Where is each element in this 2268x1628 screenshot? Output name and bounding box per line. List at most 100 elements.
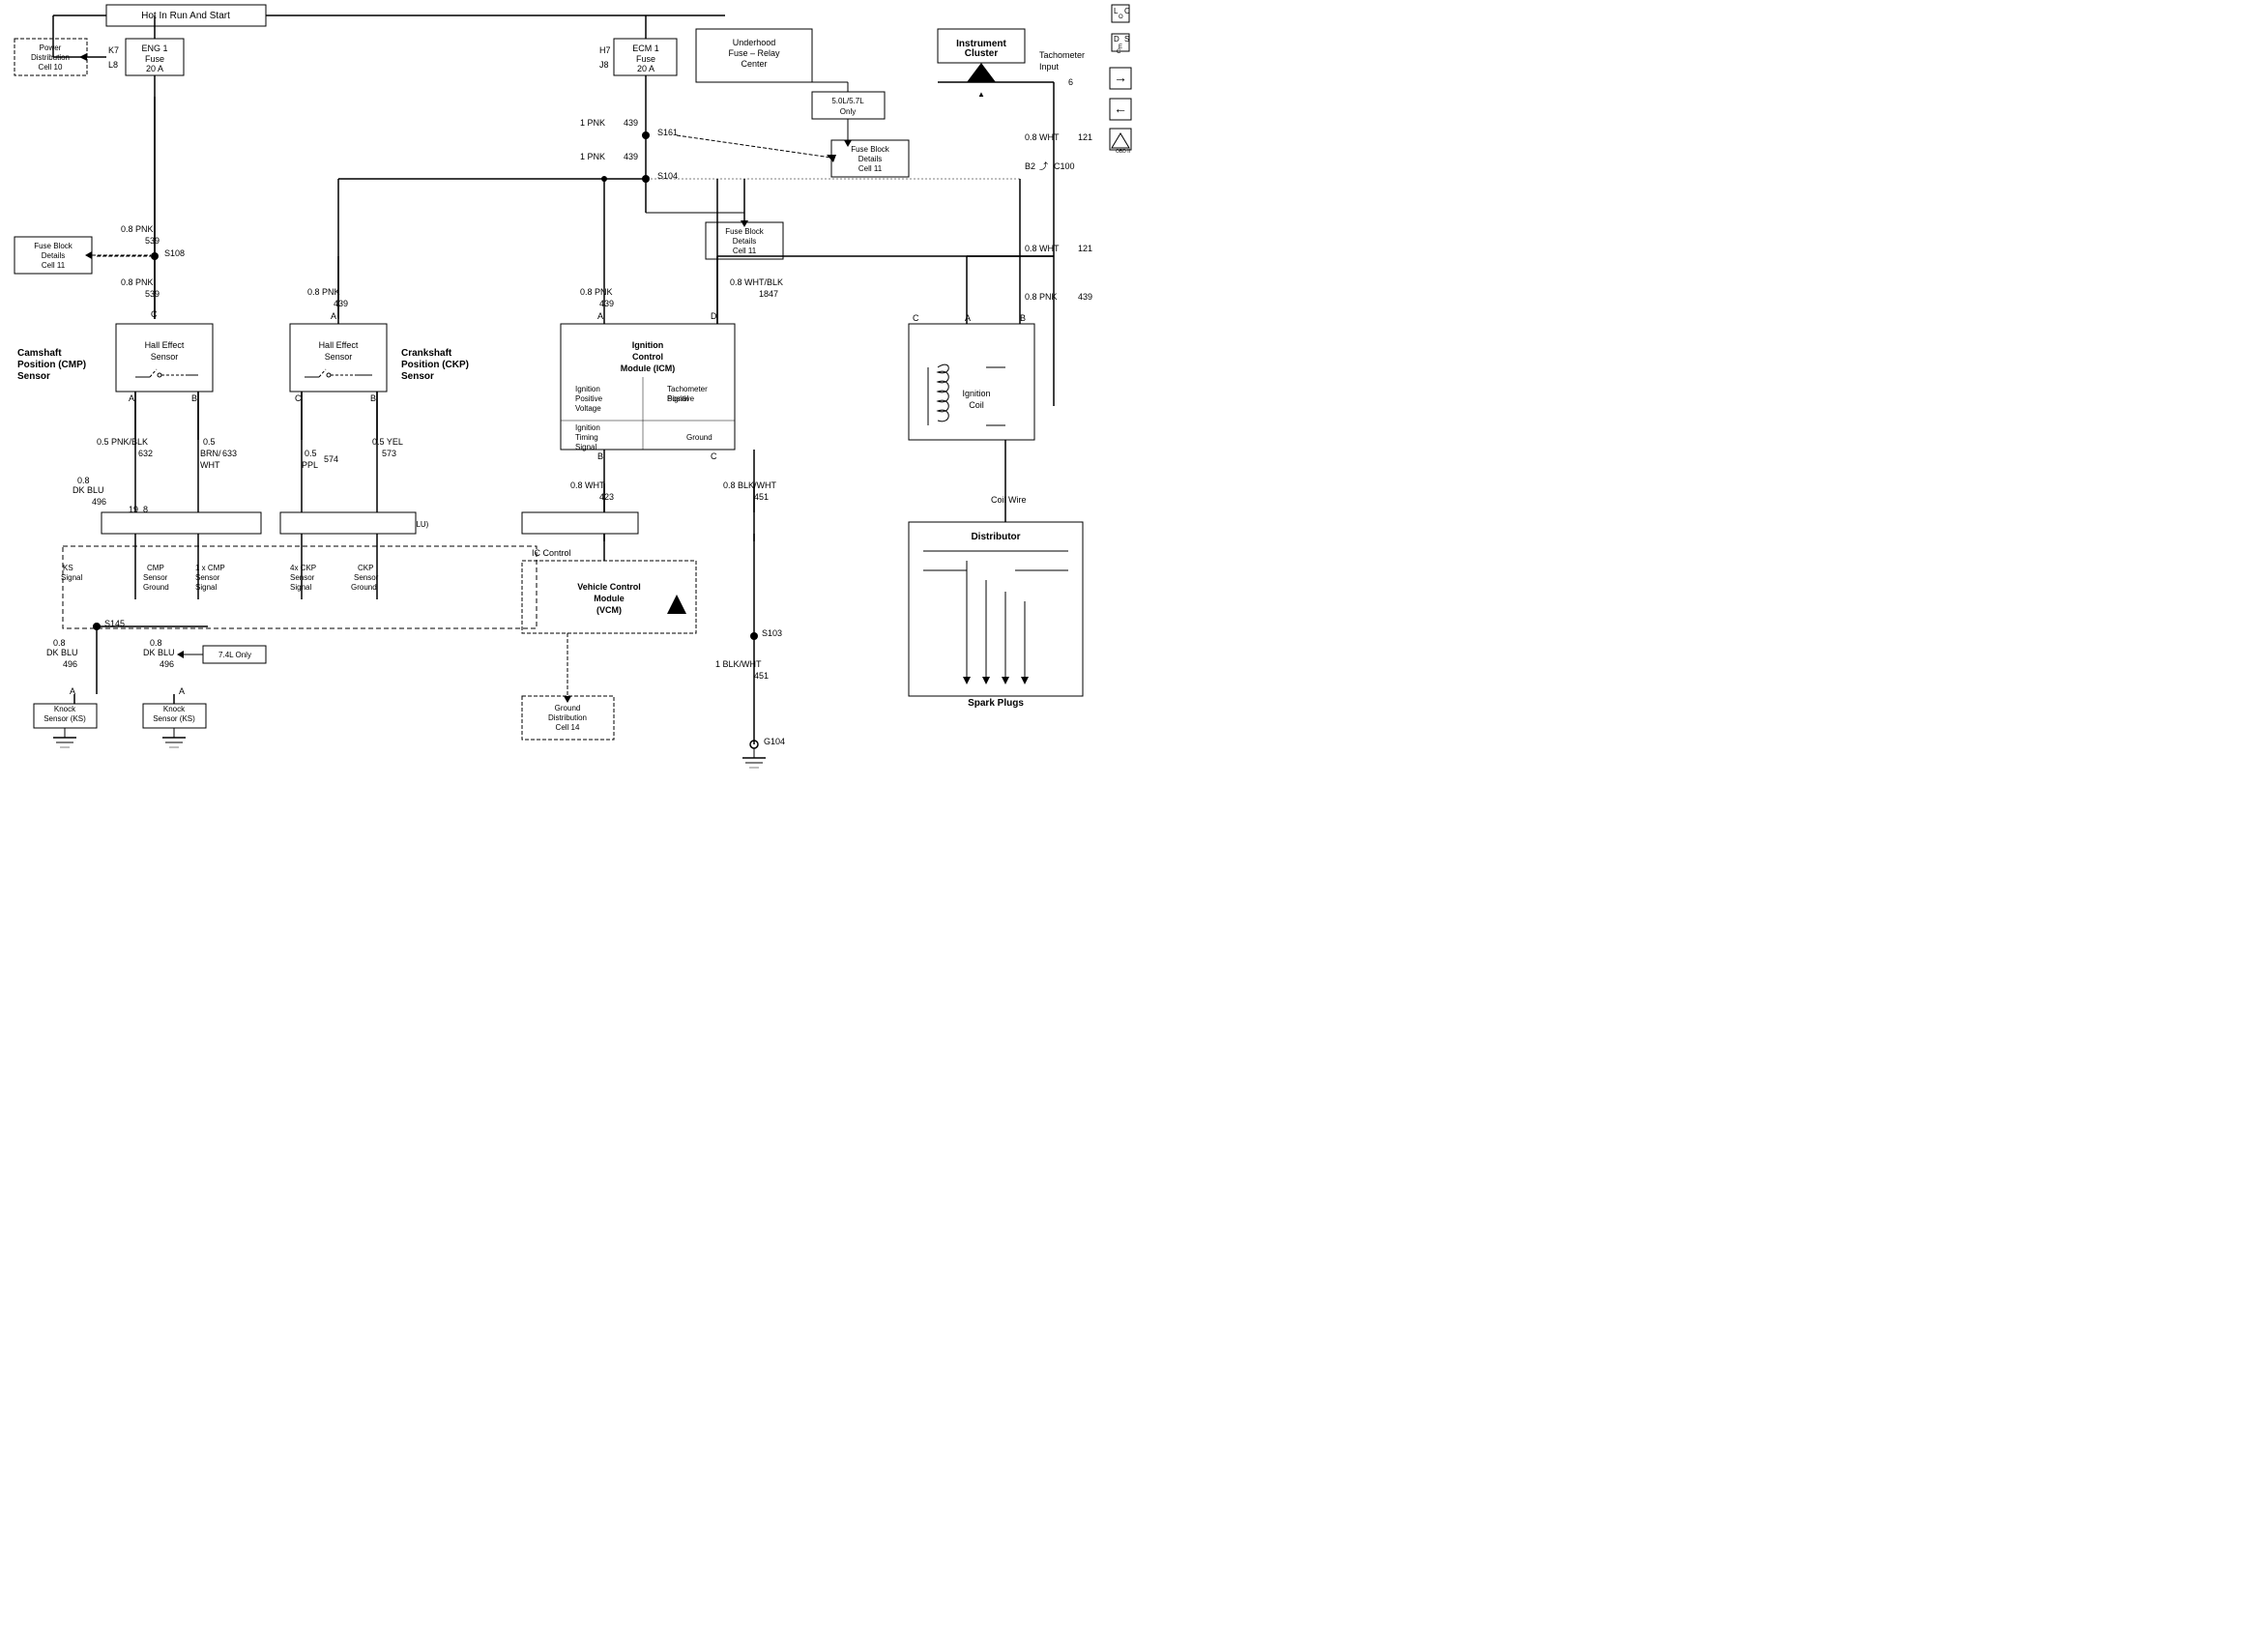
svg-text:Hall Effect: Hall Effect <box>319 340 359 350</box>
svg-text:439: 439 <box>334 299 348 308</box>
svg-text:Input: Input <box>1039 62 1060 72</box>
wiring-svg: Hot In Run And Start Power Distribution … <box>0 0 1134 814</box>
svg-text:423: 423 <box>599 492 614 502</box>
svg-text:Cell 11: Cell 11 <box>42 261 66 270</box>
svg-text:DK BLU: DK BLU <box>73 485 104 495</box>
svg-text:451: 451 <box>754 671 769 681</box>
svg-text:0.8 PNK: 0.8 PNK <box>580 287 613 297</box>
svg-text:Crankshaft: Crankshaft <box>401 348 452 359</box>
svg-text:D: D <box>711 311 717 321</box>
svg-text:Spark Plugs: Spark Plugs <box>968 698 1024 709</box>
svg-text:Only: Only <box>840 107 856 116</box>
svg-text:1 BLK/WHT: 1 BLK/WHT <box>715 659 762 669</box>
svg-text:C: C <box>711 451 717 461</box>
svg-text:Sensor: Sensor <box>325 352 353 362</box>
svg-text:Knock: Knock <box>54 705 76 713</box>
svg-text:Cell 11: Cell 11 <box>733 247 757 255</box>
svg-text:G104: G104 <box>764 737 785 746</box>
svg-text:Coil: Coil <box>969 400 984 410</box>
svg-text:Coil Wire: Coil Wire <box>991 495 1027 505</box>
svg-text:WHT: WHT <box>200 460 220 470</box>
svg-text:439: 439 <box>599 299 614 308</box>
svg-text:D: D <box>1114 35 1119 44</box>
svg-text:Distribution: Distribution <box>548 713 587 722</box>
svg-text:Fuse Block: Fuse Block <box>725 227 765 236</box>
svg-text:Position (CMP): Position (CMP) <box>17 360 86 370</box>
svg-text:S: S <box>1124 35 1129 44</box>
svg-text:0.8 PNK: 0.8 PNK <box>1025 292 1058 302</box>
svg-text:Fuse Block: Fuse Block <box>34 242 73 250</box>
svg-text:Sensor (KS): Sensor (KS) <box>44 714 86 723</box>
svg-text:H7: H7 <box>599 45 611 55</box>
svg-text:C: C <box>913 313 919 323</box>
svg-text:439: 439 <box>624 118 638 128</box>
svg-text:Module (ICM): Module (ICM) <box>621 363 676 373</box>
svg-text:Fuse – Relay: Fuse – Relay <box>728 48 780 58</box>
svg-text:Ignition: Ignition <box>632 340 664 350</box>
svg-text:A: A <box>129 393 134 403</box>
svg-text:(VCM): (VCM) <box>596 605 622 615</box>
svg-text:0.8: 0.8 <box>150 638 162 648</box>
svg-text:121: 121 <box>1078 244 1092 253</box>
svg-text:Details: Details <box>733 237 756 246</box>
svg-text:DK BLU: DK BLU <box>46 648 78 657</box>
svg-text:Control: Control <box>632 352 663 362</box>
svg-text:Cluster: Cluster <box>965 48 999 59</box>
svg-text:Fuse: Fuse <box>636 54 655 64</box>
svg-text:121: 121 <box>1078 132 1092 142</box>
svg-text:Voltage: Voltage <box>575 404 601 413</box>
svg-text:Underhood: Underhood <box>733 38 776 47</box>
svg-text:⤴: ⤴ <box>1039 160 1048 171</box>
svg-text:L8: L8 <box>108 60 118 70</box>
svg-text:▲: ▲ <box>977 90 985 99</box>
svg-text:439: 439 <box>624 152 638 161</box>
svg-text:Vehicle Control: Vehicle Control <box>577 582 641 592</box>
svg-text:Details: Details <box>42 251 65 260</box>
svg-text:496: 496 <box>63 659 77 669</box>
svg-text:1 PNK: 1 PNK <box>580 118 605 128</box>
svg-text:Cell 11: Cell 11 <box>858 164 883 173</box>
svg-text:A: A <box>179 686 185 696</box>
wiring-diagram: Hot In Run And Start Power Distribution … <box>0 0 1134 814</box>
svg-text:Sensor: Sensor <box>17 371 50 382</box>
svg-text:→: → <box>1114 70 1127 85</box>
svg-text:Tachometer: Tachometer <box>667 385 708 393</box>
svg-text:K7: K7 <box>108 45 119 55</box>
svg-text:O: O <box>1119 15 1123 20</box>
svg-text:7.4L Only: 7.4L Only <box>218 651 251 659</box>
svg-text:BRN/: BRN/ <box>200 449 221 458</box>
svg-text:Ignition: Ignition <box>575 423 600 432</box>
svg-text:Sensor: Sensor <box>151 352 179 362</box>
svg-text:A: A <box>597 311 603 321</box>
svg-text:Signal: Signal <box>575 443 596 451</box>
svg-text:B: B <box>597 451 603 461</box>
svg-text:Center: Center <box>741 59 767 69</box>
svg-text:Sensor: Sensor <box>401 371 434 382</box>
svg-text:Tachometer: Tachometer <box>1039 50 1085 60</box>
svg-text:Sensor (KS): Sensor (KS) <box>153 714 195 723</box>
svg-text:6: 6 <box>1068 77 1073 87</box>
svg-text:5.0L/5.7L: 5.0L/5.7L <box>831 97 864 105</box>
svg-text:Ignition: Ignition <box>575 385 600 393</box>
svg-text:Ground: Ground <box>686 433 712 442</box>
svg-text:OBD II: OBD II <box>1116 149 1130 155</box>
svg-text:0.5: 0.5 <box>203 437 216 447</box>
svg-text:S104: S104 <box>657 171 678 181</box>
svg-text:573: 573 <box>382 449 396 458</box>
svg-text:0.5: 0.5 <box>305 449 317 458</box>
svg-text:A: A <box>965 313 971 323</box>
svg-text:B2: B2 <box>1025 161 1035 171</box>
svg-text:←: ← <box>1114 101 1127 116</box>
svg-text:0.8: 0.8 <box>53 638 66 648</box>
svg-text:539: 539 <box>145 236 160 246</box>
svg-text:0.8 WHT/BLK: 0.8 WHT/BLK <box>730 277 783 287</box>
svg-text:J8: J8 <box>599 60 609 70</box>
svg-text:0.8 PNK: 0.8 PNK <box>307 287 340 297</box>
svg-text:DK BLU: DK BLU <box>143 648 175 657</box>
svg-text:Fuse: Fuse <box>145 54 164 64</box>
svg-text:496: 496 <box>92 497 106 507</box>
svg-text:IC Control: IC Control <box>532 548 571 558</box>
svg-text:Signal: Signal <box>667 394 688 403</box>
svg-text:539: 539 <box>145 289 160 299</box>
svg-text:0.8: 0.8 <box>77 476 90 485</box>
